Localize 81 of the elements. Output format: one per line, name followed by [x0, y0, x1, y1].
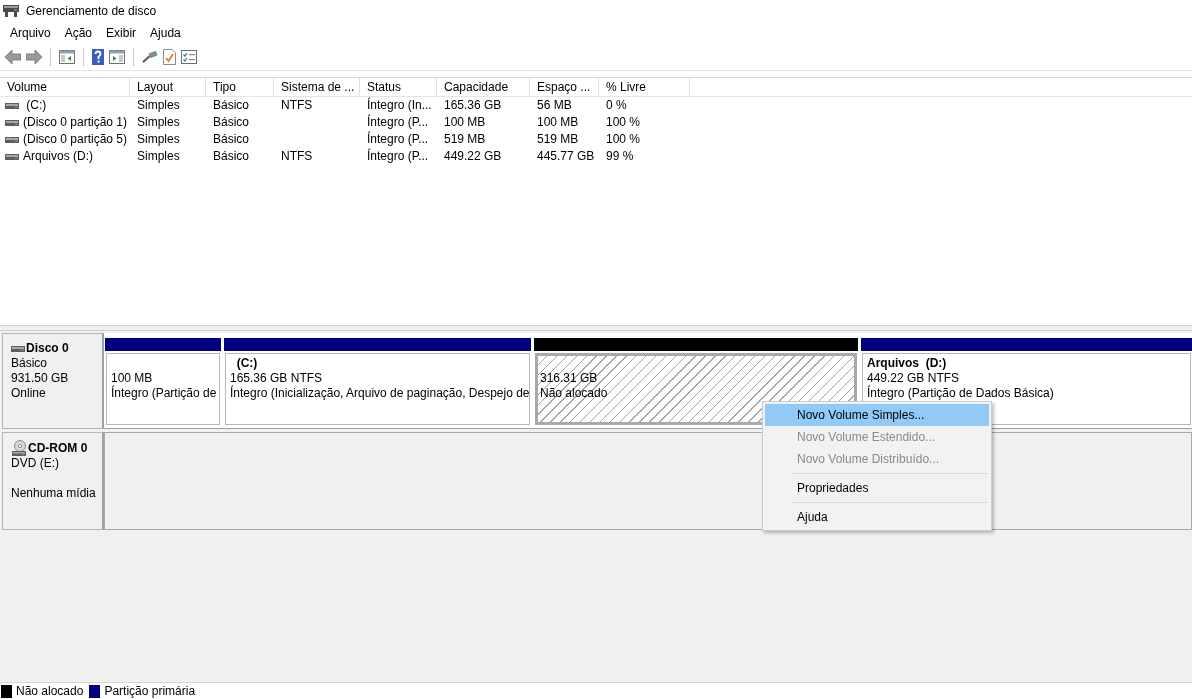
- partition-status: Não alocado: [540, 386, 608, 400]
- forward-icon[interactable]: [26, 50, 42, 64]
- table-cell: Simples: [137, 132, 180, 146]
- partition-status: Íntegro (Inicialização, Arquivo de paginação, Despejo de: [230, 386, 530, 400]
- disk-status: Nenhuma mídia: [11, 486, 96, 500]
- help-icon[interactable]: [92, 49, 104, 65]
- disk-status: Online: [11, 386, 46, 400]
- partition-size: 100 MB: [111, 371, 153, 385]
- table-cell: Íntegro (P...: [367, 115, 429, 129]
- table-cell: Simples: [137, 115, 180, 129]
- column-header[interactable]: Espaço ...: [530, 78, 599, 96]
- legend-label: Partição primária: [104, 684, 196, 698]
- partition-status: Íntegro (Partição de Dados Básica): [867, 386, 1054, 400]
- table-cell: Íntegro (P...: [367, 132, 429, 146]
- menu-item[interactable]: Ajuda: [143, 25, 188, 41]
- menu-item[interactable]: Propriedades: [765, 477, 989, 499]
- back-icon[interactable]: [5, 50, 21, 64]
- table-cell: 519 MB: [444, 132, 486, 146]
- partition-box[interactable]: 100 MB Íntegro (Partição de: [106, 353, 220, 425]
- table-cell: NTFS: [281, 149, 313, 163]
- table-cell: 165.36 GB: [444, 98, 502, 112]
- disk-name: CD-ROM 0: [28, 440, 88, 456]
- table-cell-text: (C:): [25, 97, 47, 114]
- wand-icon[interactable]: [142, 51, 158, 63]
- table-cell: 519 MB: [537, 132, 579, 146]
- table-cell: 0 %: [606, 98, 627, 112]
- menu-item[interactable]: Ação: [57, 25, 100, 41]
- table-cell: Arquivos (D:): [23, 148, 93, 165]
- window-title: Gerenciamento de disco: [26, 4, 157, 18]
- table-cell: Básico: [213, 98, 250, 112]
- table-cell: NTFS: [281, 98, 313, 112]
- disk-name: Disco 0: [26, 341, 69, 356]
- column-header[interactable]: % Livre: [599, 78, 690, 96]
- table-cell: (Disco 0 partição 5): [23, 131, 128, 148]
- partition-status: Íntegro (Partição de: [111, 386, 217, 400]
- column-header[interactable]: Layout: [130, 78, 206, 96]
- partition-box[interactable]: (C:) 165.36 GB NTFS Íntegro (Inicialização, Arquivo de paginação, Despejo de: [225, 353, 530, 425]
- menu-item[interactable]: Arquivo: [3, 25, 58, 41]
- table-cell: 99 %: [606, 149, 634, 163]
- table-cell: 56 MB: [537, 98, 572, 112]
- drive-icon: [5, 102, 19, 109]
- partition-size: 449.22 GB NTFS: [867, 371, 960, 385]
- table-cell: 100 %: [606, 115, 641, 129]
- column-header[interactable]: Capacidade: [437, 78, 530, 96]
- table-cell: Básico: [213, 149, 250, 163]
- legend-label: Não alocado: [16, 684, 84, 698]
- menu-item[interactable]: Ajuda: [765, 506, 989, 528]
- table-cell: Simples: [137, 98, 180, 112]
- column-header[interactable]: Sistema de ...: [274, 78, 360, 96]
- column-header[interactable]: Tipo: [206, 78, 274, 96]
- partition-size: 165.36 GB NTFS: [230, 371, 323, 385]
- checked-document-icon[interactable]: [163, 49, 176, 65]
- partition-label: Arquivos (D:): [867, 356, 947, 370]
- table-cell: Íntegro (In...: [367, 98, 432, 112]
- drive-icon: [5, 136, 19, 143]
- table-cell: 100 MB: [444, 115, 486, 129]
- column-header[interactable]: Status: [360, 78, 437, 96]
- drive-icon: [5, 119, 19, 126]
- panel-icon[interactable]: [109, 50, 125, 64]
- checklist-icon[interactable]: [181, 50, 197, 64]
- disk-size: 931.50 GB: [11, 371, 69, 385]
- drive-icon: [5, 153, 19, 160]
- drive-icon: [3, 4, 19, 18]
- table-cell: 445.77 GB: [537, 149, 595, 163]
- panel-icon[interactable]: [59, 50, 75, 64]
- partition-size: 316.31 GB: [540, 371, 598, 385]
- table-cell: (Disco 0 partição 1): [23, 114, 128, 131]
- partition-label: (C:): [235, 356, 258, 370]
- table-cell: Básico: [213, 115, 250, 129]
- table-cell: Íntegro (P...: [367, 149, 429, 163]
- menu-item[interactable]: Exibir: [99, 25, 144, 41]
- table-cell: 100 MB: [537, 115, 579, 129]
- table-cell: 100 %: [606, 132, 641, 146]
- table-cell: 449.22 GB: [444, 149, 502, 163]
- table-cell: Básico: [213, 132, 250, 146]
- cd-drive-icon: [11, 440, 27, 456]
- column-header[interactable]: Volume: [0, 78, 130, 96]
- disk-type: DVD (E:): [11, 456, 59, 470]
- drive-icon: [11, 345, 25, 352]
- disk-type: Básico: [11, 356, 48, 370]
- table-cell: Simples: [137, 149, 180, 163]
